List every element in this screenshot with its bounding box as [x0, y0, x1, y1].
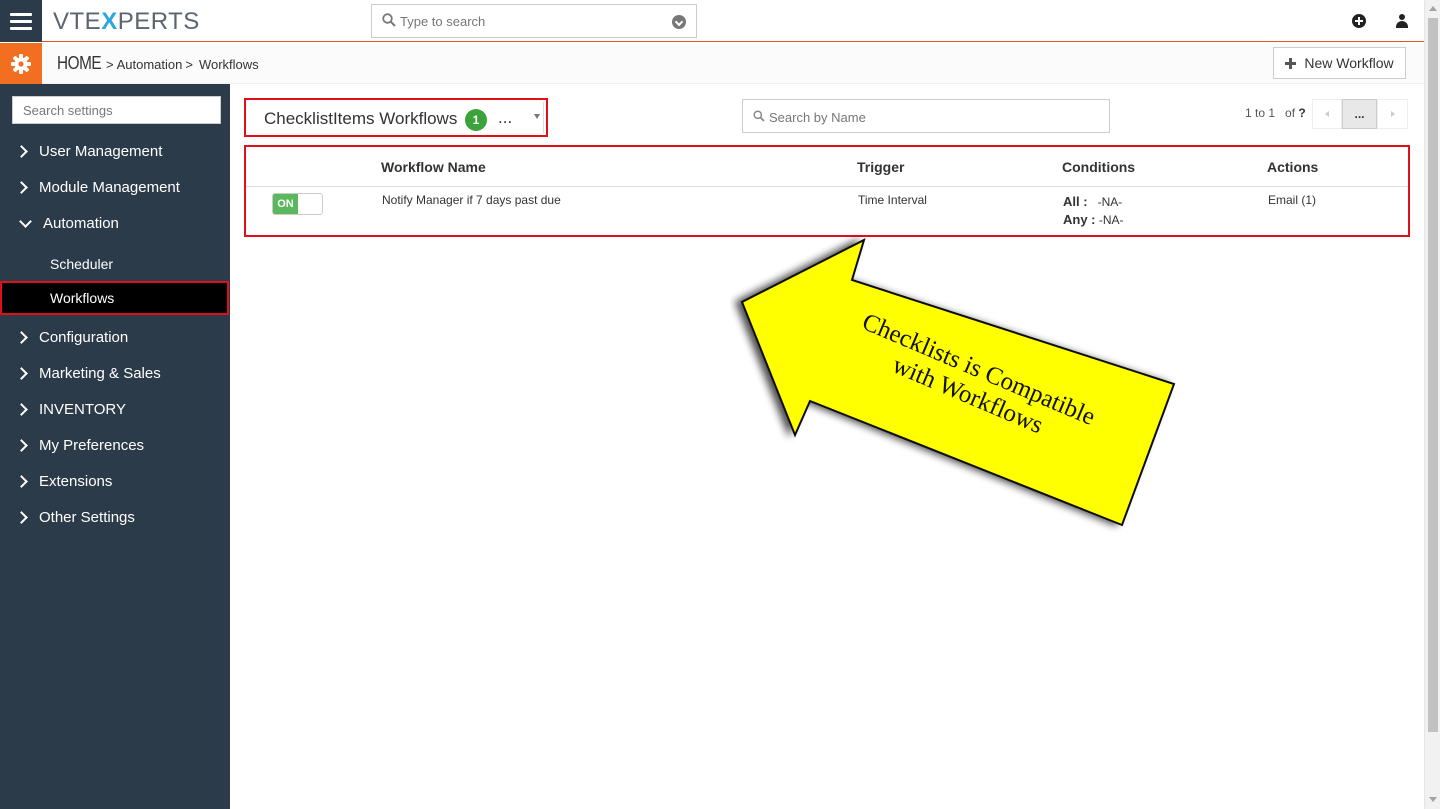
module-select-more: ...	[498, 108, 513, 127]
quick-create-icon[interactable]	[1352, 14, 1366, 28]
sidebar-item-marketing-sales[interactable]: Marketing & Sales	[0, 355, 230, 391]
chevron-right-icon	[15, 330, 28, 344]
sidebar-item-label: My Preferences	[39, 436, 145, 454]
column-header-workflow-name[interactable]: Workflow Name	[381, 159, 486, 175]
sidebar-item-label: INVENTORY	[39, 400, 126, 418]
workflow-actions: Email (1)	[1268, 193, 1317, 207]
condition-any-value: -NA-	[1098, 213, 1124, 227]
condition-all-label: All :	[1063, 194, 1088, 209]
chevron-right-icon	[15, 510, 28, 524]
workflow-status-toggle[interactable]: ON	[272, 193, 323, 215]
new-workflow-label: New Workflow	[1304, 55, 1394, 71]
name-search	[742, 99, 1110, 133]
sidebar-item-configuration[interactable]: Configuration	[0, 319, 230, 355]
pager-total[interactable]: ?	[1298, 106, 1305, 120]
sidebar-item-extensions[interactable]: Extensions	[0, 463, 230, 499]
module-select-label: ChecklistItems Workflows	[264, 109, 458, 128]
chevron-down-icon	[19, 214, 32, 228]
chevron-right-icon	[15, 474, 28, 488]
pager-of: of	[1285, 106, 1296, 120]
workflows-table: Workflow Name Trigger Conditions Actions…	[244, 145, 1410, 237]
chevron-right-icon	[15, 366, 28, 380]
workflow-name[interactable]: Notify Manager if 7 days past due	[382, 193, 561, 207]
global-search	[371, 4, 697, 38]
search-icon	[382, 13, 396, 27]
chevron-right-icon	[15, 144, 28, 158]
gear-icon	[11, 53, 31, 74]
scroll-down-icon[interactable]	[1429, 797, 1437, 802]
sidebar-item-inventory[interactable]: INVENTORY	[0, 391, 230, 427]
sidebar-item-label: Extensions	[39, 472, 113, 490]
sidebar-item-label: User Management	[39, 142, 163, 160]
menu-icon[interactable]	[0, 0, 42, 42]
sidebar-item-user-management[interactable]: User Management	[0, 133, 230, 169]
pager-range: 1 to 1	[1245, 106, 1276, 120]
sidebar-subitem-workflows[interactable]: Workflows	[0, 281, 229, 315]
sidebar-item-label: Automation	[43, 214, 119, 232]
breadcrumb-automation[interactable]: Automation	[117, 57, 183, 72]
module-select[interactable]: ChecklistItems Workflows 1 ...	[244, 98, 548, 137]
settings-gear[interactable]	[0, 43, 42, 84]
breadcrumb-workflows: Workflows	[198, 57, 259, 72]
chevron-right-icon	[15, 438, 28, 452]
top-bar: VTEXPERTS	[0, 0, 1424, 42]
column-header-trigger[interactable]: Trigger	[857, 159, 904, 175]
workflow-count-badge: 1	[465, 109, 487, 131]
sidebar-item-automation[interactable]: Automation	[0, 205, 230, 241]
caret-down-icon[interactable]	[534, 114, 540, 119]
condition-any-label: Any :	[1063, 212, 1096, 227]
plus-icon	[1285, 57, 1297, 69]
chevron-right-icon	[15, 402, 28, 416]
sidebar-subitem-label: Scheduler	[50, 256, 114, 272]
logo[interactable]: VTEXPERTS	[53, 8, 200, 36]
header-divider	[246, 186, 1408, 187]
user-icon[interactable]	[1395, 14, 1409, 28]
chevron-right-icon	[15, 180, 28, 194]
workflow-trigger: Time Interval	[858, 193, 927, 207]
breadcrumb: HOME > Automation > Workflows	[57, 53, 259, 74]
next-page-button[interactable]	[1377, 99, 1408, 129]
page-scrollbar[interactable]	[1424, 0, 1440, 809]
page-jump-button[interactable]: ...	[1342, 99, 1377, 129]
name-search-input[interactable]	[769, 107, 1099, 127]
previous-page-button[interactable]	[1312, 99, 1342, 129]
toggle-on-label: ON	[273, 194, 298, 214]
condition-all: All : -NA-	[1063, 194, 1122, 209]
new-workflow-button[interactable]: New Workflow	[1273, 47, 1406, 79]
scroll-up-icon[interactable]	[1429, 6, 1437, 11]
settings-search-input[interactable]	[12, 96, 221, 124]
search-icon	[753, 110, 765, 122]
pager-info: 1 to 1 of ?	[1245, 106, 1306, 120]
breadcrumb-separator: >	[106, 57, 114, 72]
breadcrumb-separator: >	[185, 57, 193, 72]
sidebar-subitem-label: Workflows	[50, 290, 115, 306]
column-header-conditions[interactable]: Conditions	[1062, 159, 1135, 175]
sidebar-item-label: Marketing & Sales	[39, 364, 161, 382]
settings-header: HOME > Automation > Workflows New Workfl…	[0, 43, 1424, 84]
settings-sidebar: User Management Module Management Automa…	[0, 84, 230, 809]
sidebar-item-module-management[interactable]: Module Management	[0, 169, 230, 205]
sidebar-item-label: Other Settings	[39, 508, 135, 526]
sidebar-item-label: Module Management	[39, 178, 180, 196]
sidebar-item-my-preferences[interactable]: My Preferences	[0, 427, 230, 463]
sidebar-item-label: Configuration	[39, 328, 129, 346]
condition-all-value: -NA-	[1097, 195, 1123, 209]
column-header-actions[interactable]: Actions	[1267, 159, 1318, 175]
condition-any: Any : -NA-	[1063, 212, 1124, 227]
breadcrumb-home[interactable]: HOME	[57, 53, 102, 74]
global-search-input[interactable]	[400, 11, 660, 31]
chevron-down-icon[interactable]	[672, 15, 686, 29]
sidebar-item-other-settings[interactable]: Other Settings	[0, 499, 230, 535]
sidebar-subitem-scheduler[interactable]: Scheduler	[0, 247, 230, 281]
scroll-thumb[interactable]	[1428, 18, 1438, 732]
